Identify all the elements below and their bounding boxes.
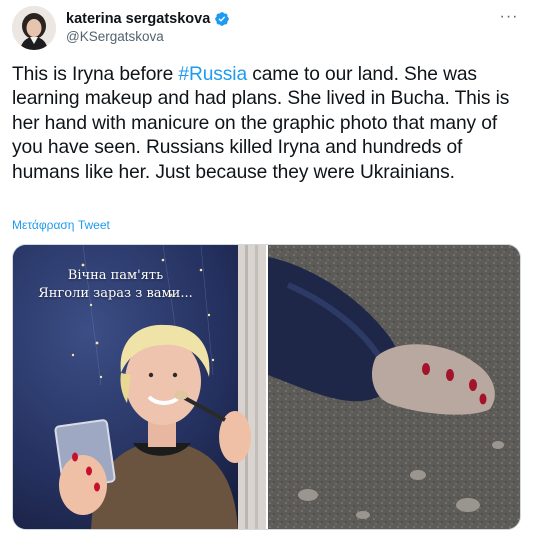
translate-tweet-link[interactable]: Μετάφραση Tweet bbox=[12, 218, 110, 232]
more-horizontal-icon: ··· bbox=[499, 8, 519, 25]
tweet-text-part-1: This is Iryna before bbox=[12, 64, 179, 85]
tweet-text: This is Iryna before #Russia came to our… bbox=[12, 63, 524, 185]
tweet-card: katerina sergatskova @KSergatskova ··· T… bbox=[0, 0, 534, 543]
author-handle[interactable]: @KSergatskova bbox=[66, 29, 164, 44]
caption-line-2: Янголи зараз з вами... bbox=[38, 286, 193, 301]
caption-line-1: Вічна пам'ять bbox=[67, 268, 164, 283]
media-photo-left[interactable]: Вічна пам'ять Янголи зараз з вами... bbox=[13, 245, 266, 529]
media-grid: Вічна пам'ять Янголи зараз з вами... bbox=[12, 244, 521, 530]
author-name-row: katerina sergatskova bbox=[66, 10, 230, 28]
verified-badge-icon bbox=[215, 12, 230, 26]
more-options-button[interactable]: ··· bbox=[498, 6, 520, 28]
photo-caption: Вічна пам'ять Янголи зараз з вами... bbox=[13, 267, 218, 303]
hashtag-link[interactable]: #Russia bbox=[178, 64, 247, 85]
avatar[interactable] bbox=[12, 6, 56, 50]
author-display-name[interactable]: katerina sergatskova bbox=[66, 11, 210, 27]
avatar-image bbox=[12, 6, 56, 50]
media-photo-right[interactable] bbox=[268, 245, 520, 529]
ground-photo-illustration bbox=[268, 245, 520, 529]
